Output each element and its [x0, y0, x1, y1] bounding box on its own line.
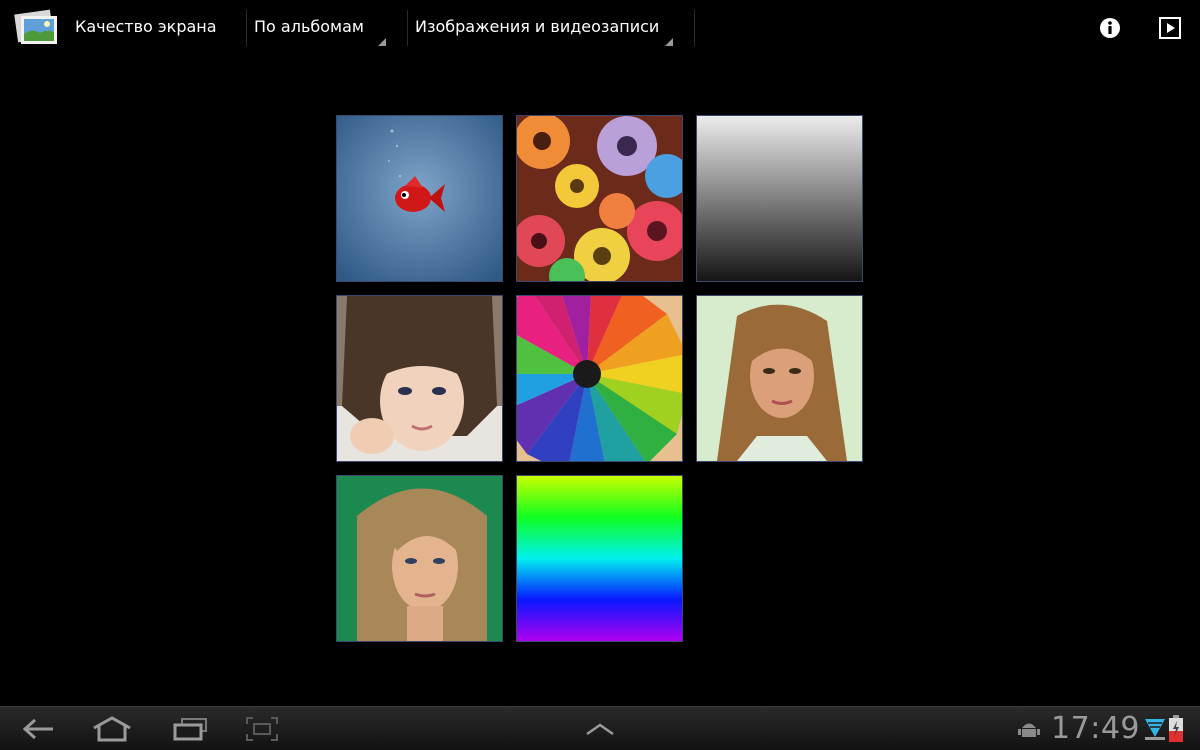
album-mode-spinner[interactable]: По альбомам — [246, 0, 390, 56]
back-button[interactable] — [18, 713, 58, 745]
clock[interactable]: 17:49 — [1051, 712, 1140, 746]
thumbnail-portrait-3[interactable] — [336, 475, 503, 642]
thumbnail-portrait-2[interactable] — [696, 295, 863, 462]
info-icon — [1100, 18, 1120, 38]
divider — [694, 10, 695, 46]
app-title: Качество экрана — [75, 17, 217, 36]
gallery-icon[interactable] — [14, 8, 60, 48]
media-type-label: Изображения и видеозаписи — [415, 17, 660, 36]
screenshot-icon — [246, 717, 278, 741]
info-button[interactable] — [1094, 12, 1126, 44]
spinner-arrow-icon — [665, 38, 673, 46]
screenshot-button[interactable] — [244, 713, 280, 745]
battery-icon[interactable] — [1168, 715, 1184, 747]
home-icon — [93, 716, 131, 742]
recent-apps-button[interactable] — [170, 713, 210, 745]
menu-button[interactable] — [583, 713, 617, 745]
thumbnail-pencils[interactable] — [516, 295, 683, 462]
spinner-arrow-icon — [378, 38, 386, 46]
thumbnail-fish[interactable] — [336, 115, 503, 282]
action-bar: Качество экрана По альбомам Изображения … — [0, 0, 1200, 56]
thumbnail-gray-gradient[interactable] — [696, 115, 863, 282]
back-icon — [22, 718, 53, 740]
system-bar: 17:49 — [0, 706, 1200, 750]
home-button[interactable] — [90, 713, 134, 745]
play-icon — [1159, 17, 1181, 39]
thumbnail-portrait-1[interactable] — [336, 295, 503, 462]
album-mode-label: По альбомам — [254, 17, 364, 36]
thumbnail-cereal[interactable] — [516, 115, 683, 282]
thumbnail-rainbow-gradient[interactable] — [516, 475, 683, 642]
chevron-up-icon — [586, 723, 614, 736]
media-type-spinner[interactable]: Изображения и видеозаписи — [407, 0, 677, 56]
slideshow-button[interactable] — [1154, 12, 1186, 44]
android-icon[interactable] — [1018, 719, 1040, 743]
wifi-icon[interactable] — [1144, 717, 1166, 745]
recent-apps-icon — [173, 718, 207, 741]
